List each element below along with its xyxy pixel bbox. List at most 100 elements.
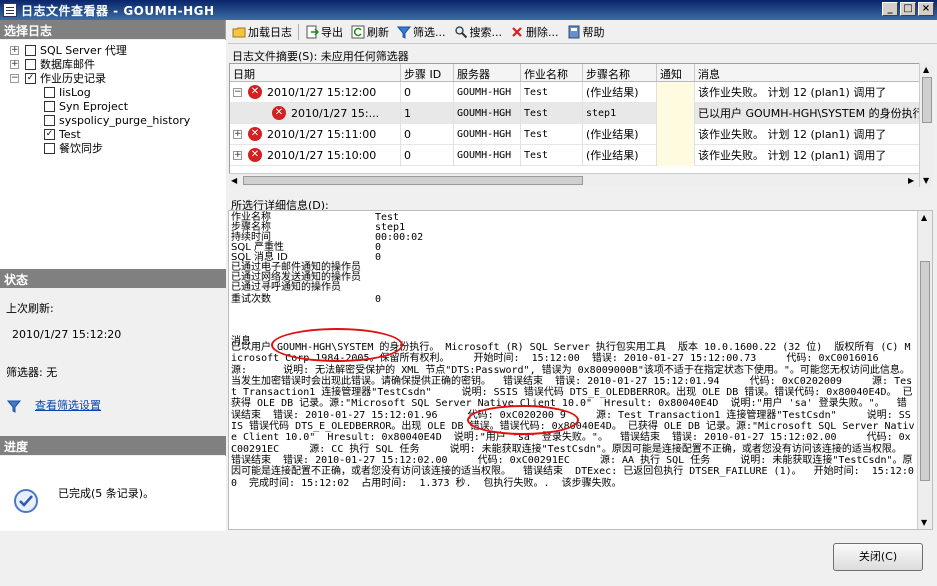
select-log-header: 选择日志 <box>0 20 225 39</box>
scroll-thumb[interactable] <box>920 261 930 481</box>
details-vertical-scrollbar[interactable]: ▲ ▼ <box>917 211 932 529</box>
expand-icon[interactable]: + <box>10 45 19 55</box>
checkbox[interactable] <box>44 86 55 98</box>
folder-icon <box>232 27 246 38</box>
maximize-button[interactable]: □ <box>900 2 916 16</box>
scroll-thumb[interactable] <box>243 176 583 185</box>
collapse-icon[interactable]: − <box>10 73 19 83</box>
tree-item-label: syspolicy_purge_history <box>59 113 191 127</box>
scroll-down-arrow-icon[interactable]: ▼ <box>923 176 929 185</box>
window-title: 日志文件查看器 - GOUMH-HGH <box>21 3 215 18</box>
scroll-right-arrow-icon[interactable]: ▶ <box>908 176 916 185</box>
log-grid: 日期 步骤 ID 服务器 作业名称 步骤名称 通知 消息 − ✕ 2010/1/27… <box>229 63 933 187</box>
column-header-step-id[interactable]: 步骤 ID <box>401 64 454 81</box>
view-filter-settings-link[interactable]: 查看筛选设置 <box>35 397 101 413</box>
tree-item-syn-eproject[interactable]: Syn Eproject <box>44 99 128 113</box>
row-step: step1 <box>583 102 657 124</box>
title-bar: 日志文件查看器 - GOUMH-HGH _ □ × <box>0 0 937 20</box>
tree-item-test[interactable]: ✓ Test <box>44 127 81 141</box>
filter-label: 筛选... <box>413 26 446 39</box>
table-row[interactable]: ✕ 2010/1/27 15:... 1 GOUMH-HGH Test step1… <box>230 102 932 124</box>
collapse-icon[interactable]: − <box>233 87 242 97</box>
refresh-label: 刷新 <box>367 26 389 39</box>
help-book-icon <box>568 25 579 39</box>
grid-horizontal-scrollbar[interactable]: ◀ ▶ <box>229 173 919 187</box>
row-step-id: 0 <box>401 81 454 103</box>
detail-row: 已通过寻呼通知的操作员 <box>231 283 375 293</box>
export-button[interactable]: 导出 <box>301 22 347 42</box>
refresh-button[interactable]: 刷新 <box>347 22 393 42</box>
row-message: 已以用户 GOUMH-HGH\SYSTEM 的身份执行 <box>695 102 920 124</box>
error-icon: ✕ <box>248 148 262 162</box>
expand-icon[interactable]: + <box>10 59 19 69</box>
search-label: 搜索... <box>469 26 503 39</box>
tree-item-label: IisLog <box>59 85 91 99</box>
tree-item-database-mail[interactable]: + 数据库邮件 <box>10 57 95 71</box>
checkbox[interactable] <box>44 142 55 154</box>
detail-value: 0 <box>375 252 382 263</box>
tree-item-iislog[interactable]: IisLog <box>44 85 91 99</box>
table-row[interactable]: + ✕ 2010/1/27 15:11:00 0 GOUMH-HGH Test (作… <box>230 123 932 145</box>
column-header-message[interactable]: 消息 <box>695 64 920 81</box>
filter-button[interactable]: 筛选... <box>393 22 450 42</box>
scroll-down-arrow-icon[interactable]: ▼ <box>921 518 927 527</box>
details-panel[interactable]: 作业名称 Test 步骤名称 step1 持续时间 00:00:02 SQL 严重性 0… <box>228 210 933 530</box>
search-button[interactable]: 搜索... <box>450 22 507 42</box>
check-circle-icon <box>14 489 38 513</box>
column-header-date[interactable]: 日期 <box>230 64 401 81</box>
column-header-step-name[interactable]: 步骤名称 <box>583 64 657 81</box>
checkbox[interactable] <box>25 58 36 70</box>
minimize-button[interactable]: _ <box>882 2 898 16</box>
row-notify <box>657 144 695 166</box>
tree-item-syspolicy[interactable]: syspolicy_purge_history <box>44 113 190 127</box>
row-message: 该作业失败。 计划 12 (plan1) 调用了 <box>695 123 920 145</box>
close-window-button[interactable]: × <box>918 2 934 16</box>
last-refresh-label: 上次刷新: <box>6 302 54 315</box>
row-date: 2010/1/27 15:11:00 <box>267 127 377 141</box>
expand-icon[interactable]: + <box>233 129 242 139</box>
scroll-thumb[interactable] <box>922 77 932 123</box>
delete-button[interactable]: 删除... <box>506 22 563 42</box>
tree-item-label: Test <box>59 127 81 141</box>
row-server: GOUMH-HGH <box>454 81 521 103</box>
tree-item-job-history[interactable]: − ✓ 作业历史记录 <box>10 71 106 85</box>
row-notify <box>657 123 695 145</box>
detail-key: 已通过寻呼通知的操作员 <box>231 282 341 293</box>
tree-item-label: 作业历史记录 <box>40 72 106 85</box>
column-header-notify[interactable]: 通知 <box>657 64 695 81</box>
toolbar-separator <box>298 24 299 40</box>
scroll-up-arrow-icon[interactable]: ▲ <box>921 213 927 222</box>
tree-item-catering-sync[interactable]: 餐饮同步 <box>44 141 103 155</box>
detail-key: 重试次数 <box>231 294 271 305</box>
scroll-left-arrow-icon[interactable]: ◀ <box>231 176 239 185</box>
help-button[interactable]: 帮助 <box>563 22 609 42</box>
grid-vertical-scrollbar[interactable]: ▲ ▼ <box>919 63 933 187</box>
row-job: Test <box>521 144 583 166</box>
detail-value: 00:00:02 <box>375 232 424 243</box>
column-header-server[interactable]: 服务器 <box>454 64 521 81</box>
checkbox[interactable] <box>25 44 36 56</box>
row-step: (作业结果) <box>583 144 657 166</box>
search-icon <box>454 26 467 39</box>
close-button[interactable]: 关闭(C) <box>833 543 923 571</box>
progress-panel: 已完成(5 条记录)。 <box>0 456 226 531</box>
expand-icon[interactable]: + <box>233 150 242 160</box>
left-panel: 选择日志 + SQL Server 代理 + 数据库邮件 − ✓ 作业历史记录 … <box>0 20 226 531</box>
load-log-button[interactable]: 加载日志 <box>228 22 296 42</box>
table-row[interactable]: − ✕ 2010/1/27 15:12:00 0 GOUMH-HGH Test (作… <box>230 81 932 103</box>
checkbox[interactable] <box>44 114 55 126</box>
tree-item-sql-agent[interactable]: + SQL Server 代理 <box>10 43 127 57</box>
checkbox-checked[interactable]: ✓ <box>44 128 55 140</box>
column-header-job-name[interactable]: 作业名称 <box>521 64 583 81</box>
error-icon: ✕ <box>248 85 262 99</box>
export-label: 导出 <box>321 26 343 39</box>
row-server: GOUMH-HGH <box>454 144 521 166</box>
row-date: 2010/1/27 15:12:00 <box>267 85 377 99</box>
table-row[interactable]: + ✕ 2010/1/27 15:10:00 0 GOUMH-HGH Test (作… <box>230 144 932 166</box>
checkbox-checked[interactable]: ✓ <box>25 72 36 84</box>
scroll-up-arrow-icon[interactable]: ▲ <box>923 65 929 74</box>
checkbox[interactable] <box>44 100 55 112</box>
row-server: GOUMH-HGH <box>454 123 521 145</box>
row-step-id: 0 <box>401 144 454 166</box>
row-step: (作业结果) <box>583 123 657 145</box>
